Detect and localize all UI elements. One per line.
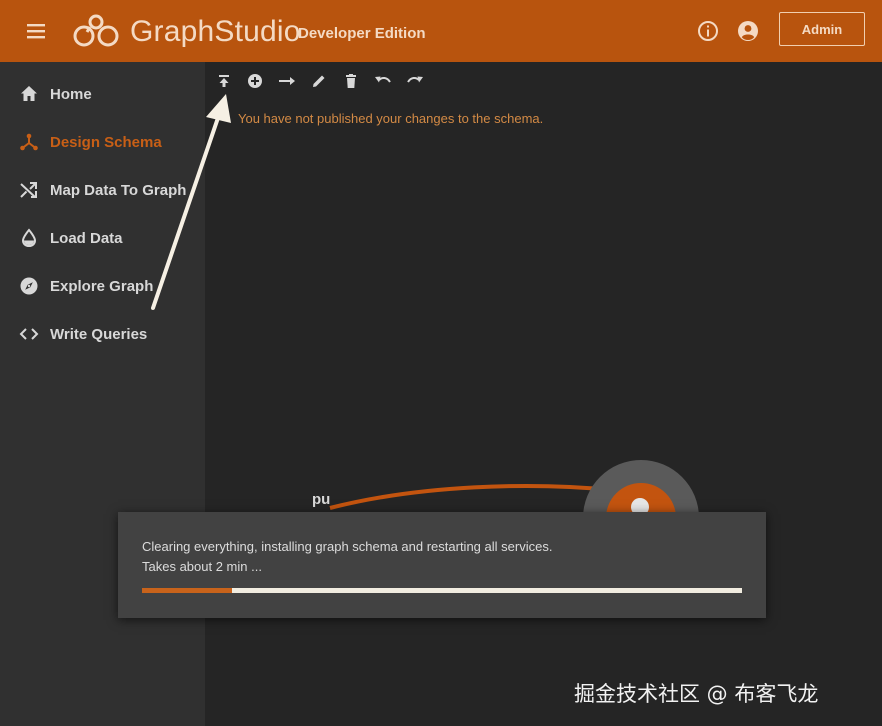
menu-icon[interactable] [26,22,46,40]
annotation-arrowhead [206,94,231,123]
redo-icon[interactable] [406,72,424,90]
sidebar-item-label: Design Schema [50,133,162,151]
sidebar-item-home[interactable]: Home [0,70,205,118]
publish-icon[interactable] [215,72,233,90]
progress-bar [142,588,742,593]
add-edge-icon[interactable] [278,72,296,90]
graphstudio-logo-icon [73,14,119,47]
compass-icon [19,276,39,296]
top-app-bar: GraphStudio Developer Edition Admin [0,0,882,62]
sidebar-item-explore-graph[interactable]: Explore Graph [0,262,205,310]
undo-icon[interactable] [374,72,392,90]
edit-icon[interactable] [310,72,328,90]
drop-icon [19,228,39,248]
watermark: 掘金技术社区 @ 布客飞龙 [574,682,819,706]
delete-icon[interactable] [342,72,360,90]
account-icon[interactable] [737,20,759,42]
sidebar-item-label: Write Queries [50,325,148,343]
admin-button[interactable]: Admin [779,12,865,46]
dialog-message: Clearing everything, installing graph sc… [142,539,553,554]
sidebar: Home Design Schema Map Data To Graph Loa… [0,62,205,726]
progress-bar-fill [142,588,232,593]
edge-label: pu [312,491,331,508]
sidebar-item-label: Map Data To Graph [50,181,187,199]
progress-dialog: Clearing everything, installing graph sc… [118,512,766,618]
schema-icon [19,132,39,152]
code-icon [19,324,39,344]
edition-label: Developer Edition [298,25,426,42]
add-vertex-icon[interactable] [246,72,264,90]
dialog-eta: Takes about 2 min ... [142,559,262,574]
brand-name: GraphStudio [130,15,301,48]
sidebar-item-load-data[interactable]: Load Data [0,214,205,262]
sidebar-item-label: Home [50,85,92,103]
sidebar-item-write-queries[interactable]: Write Queries [0,310,205,358]
sidebar-item-map-data[interactable]: Map Data To Graph [0,166,205,214]
shuffle-icon [19,180,39,200]
sidebar-item-label: Explore Graph [50,277,154,295]
sidebar-item-label: Load Data [50,229,123,247]
info-icon[interactable] [697,20,719,42]
home-icon [19,84,39,104]
schema-edge [329,484,613,510]
unpublished-warning: You have not published your changes to t… [238,111,544,126]
sidebar-item-design-schema[interactable]: Design Schema [0,118,205,166]
